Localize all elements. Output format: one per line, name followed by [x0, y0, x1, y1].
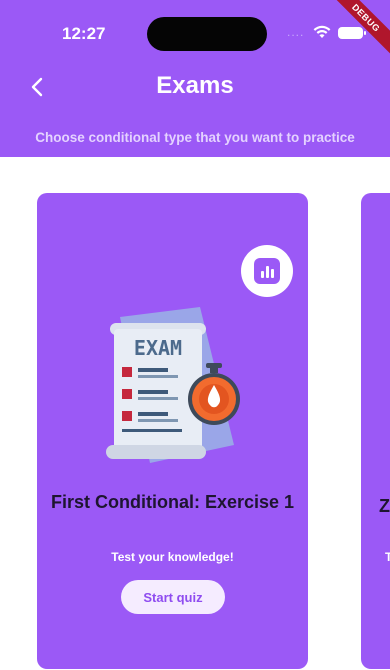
page-title: Exams: [156, 72, 234, 99]
card-description: Test your knowledge!: [111, 550, 234, 564]
exam-stopwatch-illustration: EXAM: [106, 307, 240, 463]
card-title-partial: Z: [379, 496, 390, 516]
status-bar: 12:27 ....: [0, 0, 390, 54]
card-title: First Conditional: Exercise 1: [50, 492, 295, 512]
battery-icon: [338, 27, 366, 39]
page-subtitle: Choose conditional type that you want to…: [35, 130, 355, 145]
screen: 12:27 .... Exams Choose conditional type…: [0, 0, 390, 670]
wifi-icon: [313, 25, 331, 38]
exam-card[interactable]: EXAM First Conditional: Exercise 1 Test …: [37, 193, 308, 669]
exam-card-next[interactable]: Z T: [361, 193, 390, 669]
signal-icon: ....: [287, 25, 305, 39]
status-time: 12:27: [62, 24, 106, 43]
card-description-partial: T: [385, 550, 390, 564]
stats-button[interactable]: [241, 245, 293, 297]
bar-chart-icon: [254, 258, 280, 284]
app-header: 12:27 .... Exams Choose conditional type…: [0, 0, 390, 157]
start-quiz-button[interactable]: Start quiz: [121, 580, 225, 614]
dynamic-island: [147, 17, 267, 51]
illustration-exam-text: EXAM: [134, 336, 182, 360]
